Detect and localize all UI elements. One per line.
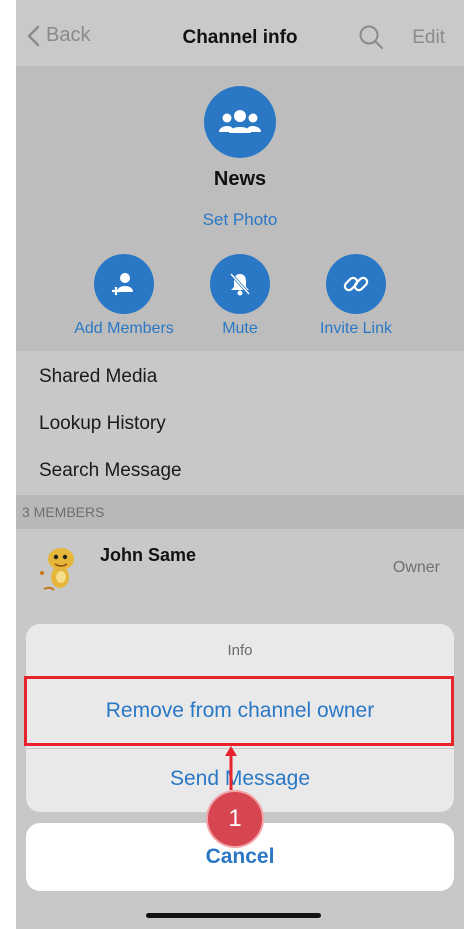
lookup-history-row[interactable]: Lookup History (16, 400, 464, 447)
highlight-box (24, 676, 454, 746)
channel-name: News (213, 168, 267, 190)
members-section-header: 3 MEMBERS (16, 495, 464, 529)
link-icon (343, 276, 369, 292)
search-button[interactable] (358, 24, 384, 55)
member-name: John Same (100, 545, 197, 565)
back-label: Back (46, 24, 91, 46)
channel-info-screen: Back Channel info Edit News Set Photo Ad… (16, 0, 464, 929)
invite-link-button[interactable]: Invite Link (286, 254, 426, 338)
bell-slash-icon (229, 272, 251, 296)
action-sheet-title: Info (227, 642, 253, 659)
mute-circle (210, 254, 270, 314)
search-message-row[interactable]: Search Message (16, 447, 464, 494)
avatar (36, 543, 84, 595)
home-indicator (146, 913, 321, 918)
invite-link-label: Invite Link (319, 320, 393, 337)
members-count-label: 3 MEMBERS (22, 504, 105, 520)
shared-media-label: Shared Media (39, 366, 158, 387)
step-badge: 1 (206, 790, 264, 848)
member-row[interactable]: John Same Owner (16, 529, 464, 609)
member-role: Owner (392, 559, 440, 576)
lookup-history-label: Lookup History (39, 413, 166, 434)
invite-link-circle (326, 254, 386, 314)
shared-media-row[interactable]: Shared Media (16, 353, 464, 400)
arrow-up-icon (225, 746, 237, 790)
chevron-left-icon (27, 25, 40, 46)
dinosaur-avatar-icon (40, 548, 74, 591)
add-person-icon (112, 273, 133, 295)
group-icon (219, 110, 261, 133)
back-button[interactable]: Back (26, 24, 90, 47)
navigation-bar: Back Channel info Edit (16, 0, 464, 66)
edit-button[interactable]: Edit (412, 27, 445, 49)
set-photo-link[interactable]: Set Photo (16, 210, 464, 230)
channel-avatar[interactable] (204, 86, 276, 158)
search-icon (359, 25, 383, 49)
channel-header: News Set Photo Add Members Mute Invite L… (16, 66, 464, 351)
add-members-circle (94, 254, 154, 314)
search-message-label: Search Message (39, 460, 182, 481)
